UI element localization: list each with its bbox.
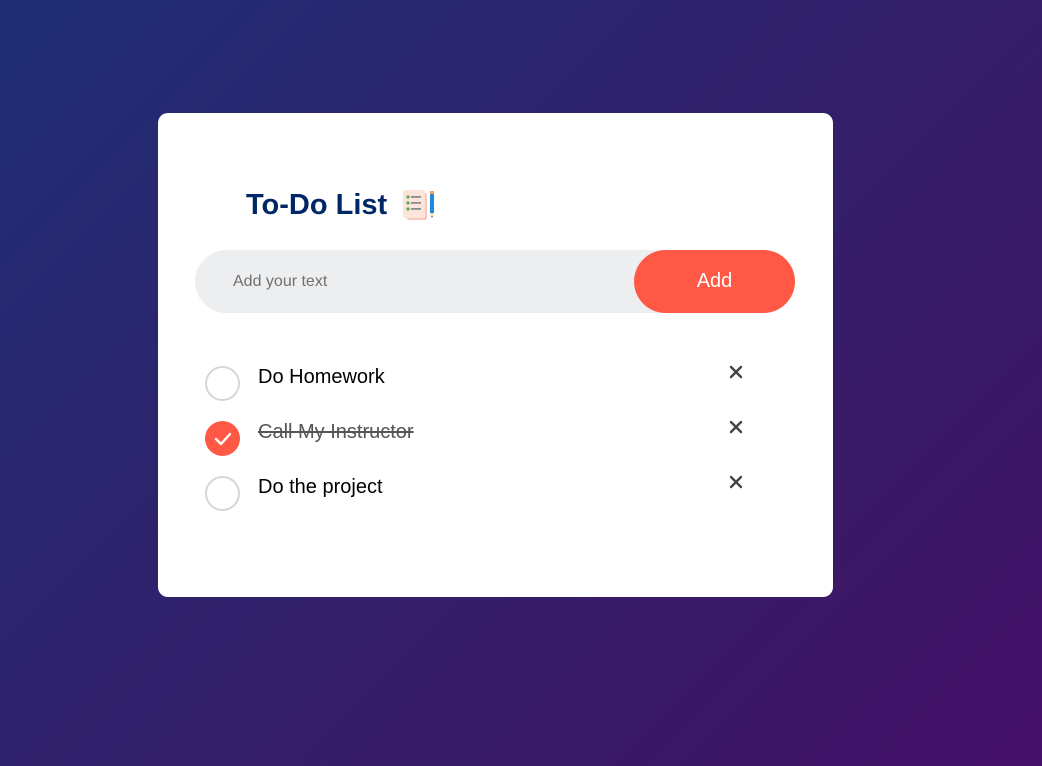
- task-item[interactable]: Do the project: [205, 460, 795, 515]
- task-input[interactable]: [233, 250, 623, 313]
- notepad-pencil-icon: [401, 188, 437, 222]
- add-task-row: Add: [195, 250, 795, 313]
- empty-circle-icon[interactable]: [205, 366, 240, 401]
- page-title: To-Do List: [246, 188, 388, 221]
- todo-card: To-Do List Add Do Homework: [158, 113, 833, 597]
- task-text: Do Homework: [258, 366, 385, 388]
- task-list: Do Homework Call My Instructor Do the pr…: [205, 350, 795, 515]
- title-row: To-Do List: [246, 185, 437, 225]
- task-item[interactable]: Do Homework: [205, 350, 795, 405]
- empty-circle-icon[interactable]: [205, 476, 240, 511]
- close-icon[interactable]: [724, 415, 748, 439]
- task-text: Call My Instructor: [258, 421, 414, 443]
- close-icon[interactable]: [724, 470, 748, 494]
- add-button[interactable]: Add: [634, 250, 795, 313]
- checkmark-icon[interactable]: [205, 421, 240, 456]
- task-text: Do the project: [258, 476, 383, 498]
- close-icon[interactable]: [724, 360, 748, 384]
- task-item[interactable]: Call My Instructor: [205, 405, 795, 460]
